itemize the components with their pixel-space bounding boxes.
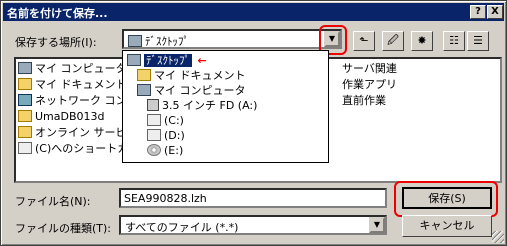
save-button[interactable]: 保存(S) (402, 187, 492, 209)
filename-input[interactable]: SEA990828.lzh (119, 188, 387, 208)
list-item[interactable]: 作業アプリ (342, 77, 397, 93)
help-button[interactable]: ? (470, 5, 486, 19)
resize-grip[interactable] (492, 231, 504, 243)
save-in-combo[interactable]: ﾃﾞｽｸﾄｯﾌﾟ ▼ (122, 29, 342, 49)
cd-drive-icon (147, 144, 161, 156)
list-item[interactable]: サーバ関連 (342, 61, 397, 77)
desktop-icon[interactable]: 🖉 (382, 31, 404, 51)
new-folder-icon[interactable]: ✸ (411, 31, 433, 51)
dropdown-item-desktop[interactable]: ﾃﾞｽｸﾄｯﾌﾟ ← (127, 53, 207, 69)
close-button[interactable]: X (487, 5, 503, 19)
save-in-dropdown-list[interactable]: ﾃﾞｽｸﾄｯﾌﾟ ← マイ ドキュメント マイ コンピュータ 3.5 インチ F… (122, 50, 329, 163)
filetype-dropdown-button[interactable]: ▼ (369, 217, 385, 233)
dropdown-item[interactable]: マイ ドキュメント (137, 68, 246, 84)
red-arrow-annotation: ← (197, 54, 207, 67)
dropdown-item[interactable]: マイ コンピュータ (137, 83, 246, 99)
save-in-label: 保存する場所(I): (15, 36, 97, 49)
list-view-icon[interactable]: ☷ (443, 31, 465, 51)
desktop-icon (128, 35, 142, 47)
desktop-icon (127, 54, 141, 66)
dropdown-item[interactable]: 3.5 インチ FD (A:) (147, 98, 257, 114)
my-documents-icon (18, 78, 32, 90)
save-as-dialog: 名前を付けて保存... ? X 保存する場所(I): ﾃﾞｽｸﾄｯﾌﾟ ▼ ⬑ … (0, 0, 507, 246)
list-item[interactable]: UmaDB013d (18, 109, 105, 125)
cancel-button[interactable]: キャンセル (402, 215, 492, 237)
drive-icon (147, 114, 161, 126)
folder-up-icon[interactable]: ⬑ (353, 31, 375, 51)
my-computer-icon (137, 84, 151, 96)
filetype-select[interactable]: すべてのファイル (*.*) ▼ (119, 215, 387, 235)
floppy-icon (147, 99, 159, 111)
list-item[interactable]: マイ ドキュメント (18, 77, 127, 93)
folder-icon (18, 110, 32, 122)
my-computer-icon (18, 62, 32, 74)
drive-icon (147, 129, 161, 141)
my-documents-icon (137, 69, 151, 81)
title-bar: 名前を付けて保存... ? X (3, 3, 504, 21)
folder-icon (18, 126, 32, 138)
list-item[interactable]: 直前作業 (342, 93, 386, 109)
list-item[interactable]: オンライン サービス (18, 125, 138, 141)
list-item[interactable]: (C)へのショートカ (18, 141, 128, 157)
list-item[interactable]: マイ コンピュータ (18, 61, 127, 77)
filetype-label: ファイルの種類(T): (15, 222, 112, 235)
filename-label: ファイル名(N): (15, 195, 91, 208)
dropdown-item[interactable]: (E:) (147, 143, 183, 159)
shortcut-icon (18, 142, 32, 154)
dropdown-item[interactable]: (D:) (147, 128, 185, 144)
dropdown-item[interactable]: (C:) (147, 113, 184, 129)
network-icon (18, 94, 32, 106)
window-title: 名前を付けて保存... (7, 7, 108, 20)
details-view-icon[interactable]: ☰ (467, 31, 489, 51)
save-in-dropdown-button[interactable]: ▼ (324, 31, 340, 47)
save-in-value: ﾃﾞｽｸﾄｯﾌﾟ (128, 33, 189, 49)
